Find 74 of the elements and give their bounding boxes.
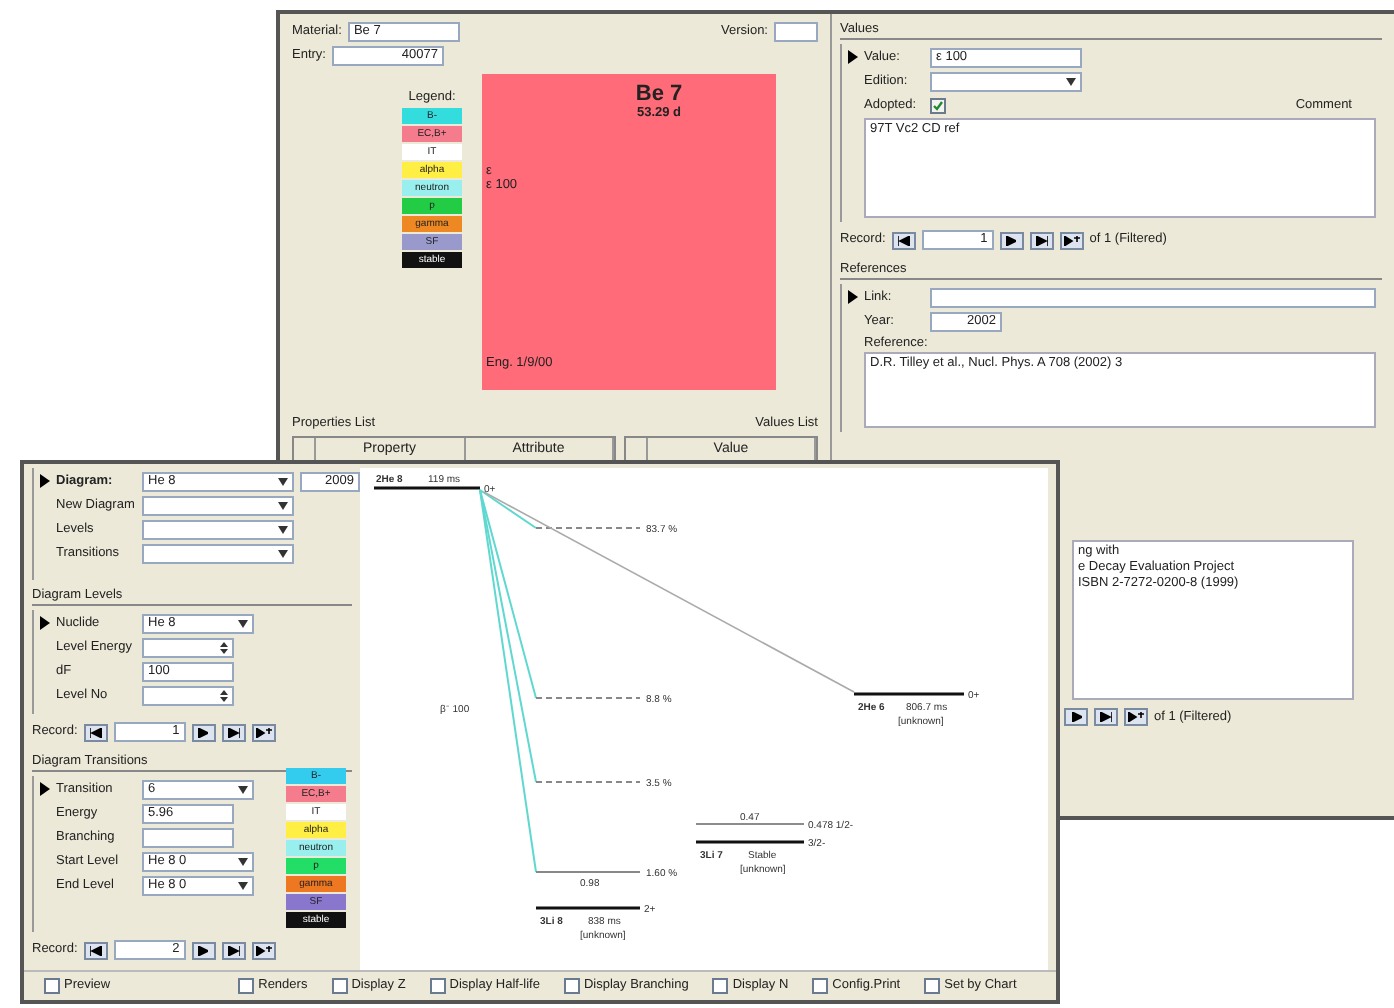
new-record-icon[interactable] [255, 945, 272, 955]
check-icon [932, 99, 944, 111]
spinner-arrows-icon[interactable] [220, 642, 228, 654]
first-record-button[interactable] [83, 723, 108, 741]
energy-level-line [535, 871, 641, 873]
last-record-button[interactable] [1029, 231, 1054, 249]
checkbox[interactable] [812, 978, 829, 994]
new-record-icon[interactable] [255, 727, 272, 737]
energy-level-line [695, 823, 805, 825]
record-selector-icon [40, 616, 50, 630]
first-record-button[interactable] [83, 941, 108, 959]
next-record-button[interactable] [191, 941, 216, 959]
dropdown-arrow-icon[interactable] [278, 478, 288, 486]
dropdown-arrow-icon[interactable] [238, 786, 248, 794]
dropdown-arrow-icon[interactable] [278, 502, 288, 510]
energy-level-line [535, 527, 641, 529]
first-record-button[interactable] [891, 231, 916, 249]
checkbox[interactable] [563, 978, 580, 994]
number-field[interactable] [142, 686, 234, 706]
last-record-button[interactable] [221, 723, 246, 741]
next-record-button[interactable] [191, 723, 216, 741]
record-selector-icon [40, 474, 50, 488]
dropdown-arrow-icon[interactable] [238, 882, 248, 890]
new-record-button[interactable] [251, 941, 276, 959]
first-record-icon[interactable] [89, 727, 102, 737]
record-selector-icon [848, 50, 858, 64]
nuclide-name: Be 7 [635, 82, 683, 106]
number-field[interactable] [142, 638, 234, 658]
dropdown-arrow-icon[interactable] [278, 526, 288, 534]
checkbox[interactable] [331, 978, 348, 994]
next-record-button[interactable] [1064, 708, 1088, 726]
energy-level-line [374, 486, 480, 490]
energy-level-line [535, 781, 641, 783]
new-record-icon[interactable] [1128, 712, 1144, 722]
play-icon[interactable] [198, 945, 209, 955]
record-selector-icon [848, 290, 858, 304]
new-record-icon[interactable] [1063, 235, 1080, 245]
link-field[interactable] [930, 288, 1376, 308]
play-icon[interactable] [198, 727, 209, 737]
text-field[interactable] [142, 828, 234, 848]
new-record-button[interactable] [251, 723, 276, 741]
dropdown-field[interactable] [142, 544, 294, 564]
new-record-button[interactable] [1059, 231, 1084, 249]
last-record-icon[interactable] [1100, 712, 1112, 722]
energy-level-line [536, 906, 640, 910]
first-record-icon[interactable] [89, 945, 102, 955]
version-field[interactable] [774, 22, 818, 42]
adopted-checkbox[interactable] [930, 97, 946, 113]
checkbox[interactable] [924, 978, 941, 994]
last-record-icon[interactable] [1035, 235, 1048, 245]
new-record-button[interactable] [1124, 708, 1148, 726]
play-icon[interactable] [1071, 712, 1081, 722]
dropdown-arrow-icon[interactable] [238, 620, 248, 628]
last-record-button[interactable] [1094, 708, 1118, 726]
energy-level-line [696, 840, 804, 844]
last-record-icon[interactable] [227, 727, 240, 737]
dropdown-arrow-icon[interactable] [238, 858, 248, 866]
play-icon[interactable] [1006, 235, 1017, 245]
first-record-icon[interactable] [897, 235, 910, 245]
record-selector-icon [40, 782, 50, 796]
dropdown-arrow-icon[interactable] [278, 550, 288, 558]
checkbox[interactable] [429, 978, 446, 994]
energy-level-line [535, 697, 641, 699]
dropdown-field[interactable] [142, 496, 294, 516]
checkbox[interactable] [238, 978, 255, 994]
checkbox[interactable] [44, 978, 60, 994]
last-record-icon[interactable] [227, 945, 240, 955]
spinner-arrows-icon[interactable] [220, 690, 228, 702]
dropdown-field[interactable] [142, 520, 294, 540]
checkbox[interactable] [712, 978, 729, 994]
next-record-button[interactable] [999, 231, 1024, 249]
dropdown-arrow-icon[interactable] [1066, 78, 1076, 86]
energy-level-line [854, 692, 964, 696]
last-record-button[interactable] [221, 941, 246, 959]
